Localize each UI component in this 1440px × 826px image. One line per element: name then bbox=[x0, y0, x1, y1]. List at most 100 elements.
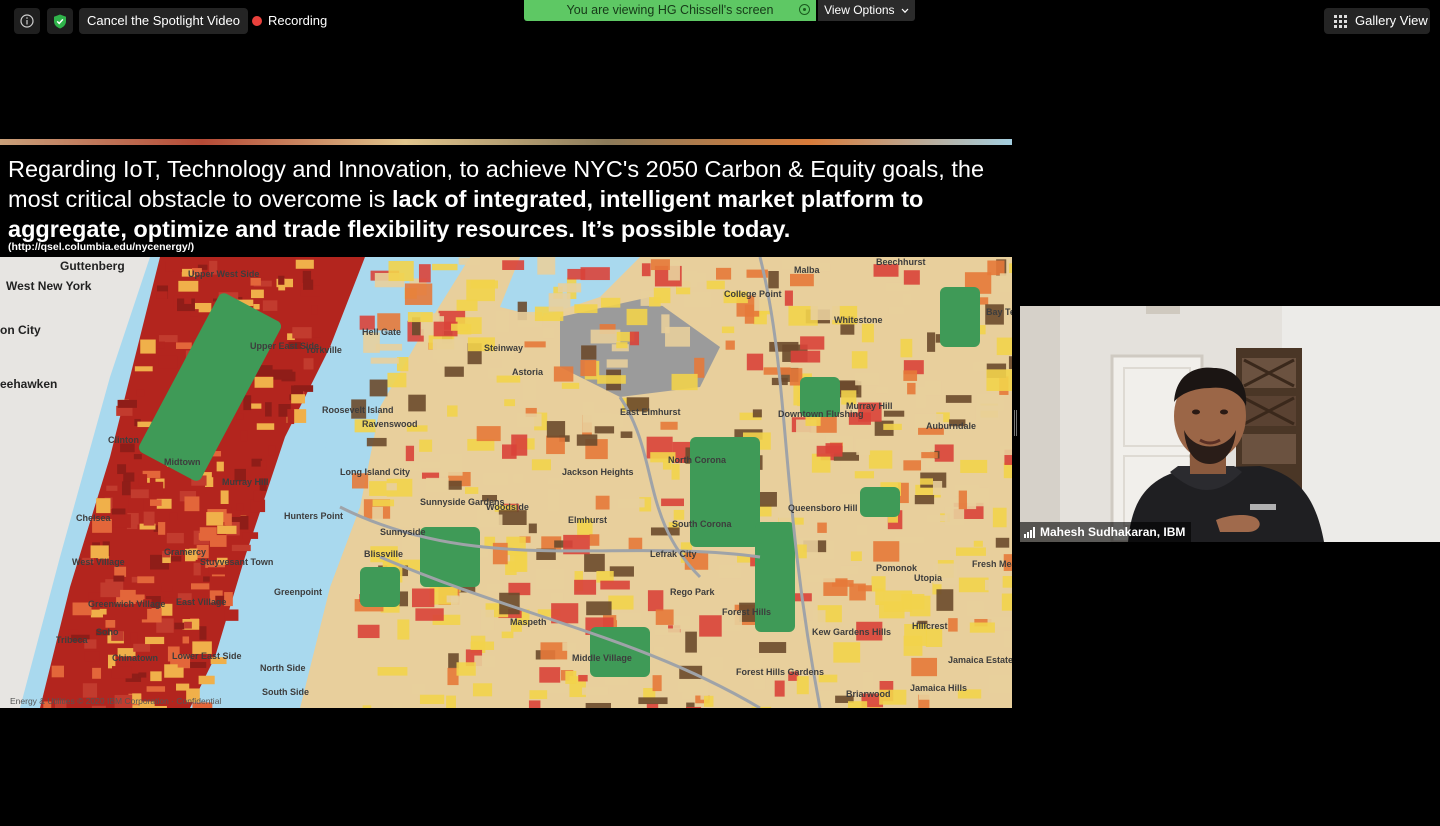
map-block bbox=[137, 576, 155, 584]
map-place-label: Guttenberg bbox=[60, 259, 125, 273]
map-block bbox=[415, 608, 444, 621]
map-block bbox=[295, 259, 314, 269]
slide-source-url: (http://qsel.columbia.edu/nycenergy/) bbox=[8, 241, 195, 253]
map-block bbox=[548, 477, 563, 485]
map-block bbox=[158, 335, 178, 343]
map-place-label: Pomonok bbox=[876, 563, 918, 573]
map-block bbox=[646, 703, 659, 708]
map-block bbox=[253, 304, 260, 310]
map-block bbox=[752, 409, 762, 418]
map-block bbox=[546, 435, 565, 455]
map-place-label: Bay Terrace bbox=[986, 307, 1012, 317]
map-block bbox=[256, 423, 275, 430]
map-block bbox=[585, 702, 611, 708]
map-place-label: Rego Park bbox=[670, 587, 715, 597]
map-block bbox=[432, 339, 462, 360]
map-block bbox=[174, 622, 185, 630]
map-block bbox=[995, 537, 1010, 548]
map-place-label: North Corona bbox=[668, 455, 726, 465]
security-button[interactable] bbox=[47, 8, 73, 34]
map-block bbox=[153, 705, 167, 708]
view-options-button[interactable]: View Options bbox=[818, 0, 915, 21]
map-place-label: Jamaica Hills bbox=[910, 683, 968, 693]
map-block bbox=[498, 510, 527, 525]
map-block bbox=[655, 609, 674, 625]
map-place-label: Murray Hill bbox=[222, 477, 269, 487]
map-block bbox=[184, 621, 192, 629]
map-block bbox=[841, 565, 858, 574]
map-place-label: Hunters Point bbox=[284, 511, 344, 521]
map-block bbox=[504, 399, 516, 407]
view-options-label: View Options bbox=[824, 3, 895, 17]
map-block bbox=[671, 463, 680, 480]
speaker-video-tile[interactable]: Mahesh Sudhakaran, IBM bbox=[1020, 306, 1440, 542]
map-block bbox=[626, 308, 648, 326]
map-block bbox=[661, 498, 684, 507]
map-block bbox=[456, 662, 476, 676]
map-place-label: Middle Village bbox=[572, 653, 632, 663]
map-block bbox=[721, 326, 735, 334]
map-place-label: Lefrak City bbox=[650, 549, 697, 559]
map-block bbox=[303, 279, 314, 290]
map-block bbox=[253, 490, 262, 502]
map-block bbox=[419, 694, 445, 705]
map-block bbox=[817, 522, 827, 533]
recording-indicator[interactable]: Recording bbox=[252, 8, 327, 34]
map-block bbox=[539, 667, 561, 683]
map-block bbox=[903, 270, 920, 285]
park bbox=[860, 487, 900, 517]
map-block bbox=[128, 498, 144, 511]
map-block bbox=[628, 537, 643, 551]
map-block bbox=[369, 379, 388, 397]
map-place-label: North Side bbox=[260, 663, 306, 673]
map-block bbox=[535, 569, 565, 590]
map-block bbox=[873, 541, 900, 562]
map-block bbox=[133, 643, 151, 652]
map-block bbox=[574, 304, 598, 314]
map-block bbox=[370, 357, 399, 364]
map-block bbox=[927, 332, 936, 352]
map-place-label: Midtown bbox=[164, 457, 201, 467]
map-block bbox=[989, 675, 1012, 693]
map-block bbox=[1008, 356, 1012, 370]
map-block bbox=[480, 609, 495, 631]
map-place-label: Roosevelt Island bbox=[322, 405, 394, 415]
map-place-label: Jamaica Estates bbox=[948, 655, 1012, 665]
map-block bbox=[620, 431, 633, 438]
map-block bbox=[198, 675, 215, 685]
map-block bbox=[608, 595, 634, 610]
map-place-label: South Corona bbox=[672, 519, 732, 529]
map-place-label: Briarwood bbox=[846, 689, 891, 699]
map-block bbox=[397, 619, 410, 640]
map-block bbox=[407, 312, 433, 323]
panel-splitter-handle[interactable] bbox=[1014, 410, 1017, 436]
map-place-label: Beechhurst bbox=[876, 257, 926, 267]
map-block bbox=[868, 450, 893, 469]
map-place-label: Clinton bbox=[108, 435, 139, 445]
map-place-label: Auburndale bbox=[926, 421, 977, 431]
map-block bbox=[451, 323, 468, 331]
map-block bbox=[589, 534, 600, 546]
cancel-spotlight-button[interactable]: Cancel the Spotlight Video bbox=[79, 8, 248, 34]
map-block bbox=[84, 651, 100, 662]
map-block bbox=[945, 395, 972, 403]
speaker-video-image bbox=[1020, 306, 1440, 542]
map-block bbox=[426, 477, 449, 492]
stop-viewing-icon[interactable] bbox=[799, 4, 810, 15]
park bbox=[940, 287, 980, 347]
gallery-view-button[interactable]: Gallery View bbox=[1324, 8, 1430, 34]
map-block bbox=[919, 478, 934, 485]
signal-bars-icon bbox=[1024, 526, 1035, 538]
meeting-info-button[interactable] bbox=[14, 8, 40, 34]
map-block bbox=[130, 489, 149, 499]
map-block bbox=[114, 566, 127, 577]
map-block bbox=[133, 454, 142, 460]
map-block bbox=[362, 705, 372, 708]
map-block bbox=[137, 421, 152, 428]
map-place-label: Hillcrest bbox=[912, 621, 948, 631]
map-block bbox=[578, 674, 588, 682]
map-block bbox=[650, 259, 670, 271]
map-block bbox=[903, 460, 922, 471]
map-block bbox=[606, 359, 628, 368]
map-block bbox=[925, 448, 935, 468]
